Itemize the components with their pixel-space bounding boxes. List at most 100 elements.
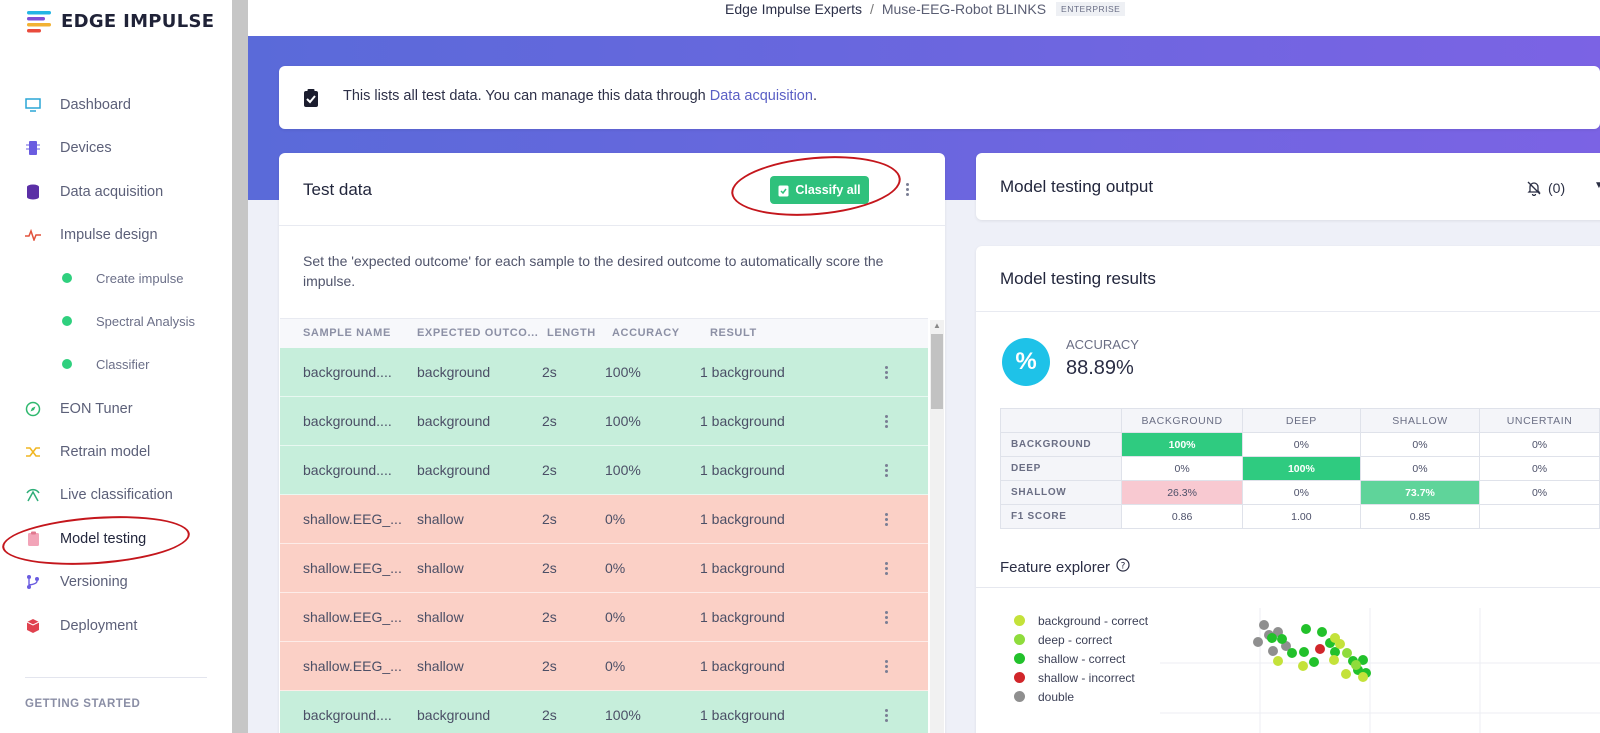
row-menu-icon[interactable]: [885, 709, 889, 722]
sidebar-item-data-acquisition[interactable]: Data acquisition: [24, 181, 163, 203]
sidebar-section-getting-started[interactable]: GETTING STARTED: [25, 698, 140, 710]
expected-outcome-cell[interactable]: background: [417, 413, 490, 429]
bell-off-icon: [1527, 181, 1541, 196]
scatter-point[interactable]: [1259, 620, 1269, 630]
column-header-expected-outcome[interactable]: EXPECTED OUTCO...: [417, 327, 538, 339]
row-menu-icon[interactable]: [885, 366, 889, 379]
sample-name-cell: shallow.EEG_...: [303, 658, 402, 674]
sidebar-item-live-classification[interactable]: Live classification: [24, 484, 173, 506]
table-scrollbar-thumb[interactable]: [931, 334, 943, 409]
breadcrumb-org[interactable]: Edge Impulse Experts: [725, 1, 862, 17]
legend-label: shallow - incorrect: [1038, 670, 1135, 685]
expected-outcome-cell[interactable]: background: [417, 364, 490, 380]
legend-item[interactable]: background - correct: [1014, 611, 1148, 630]
sidebar-scrollbar[interactable]: [232, 0, 248, 733]
sidebar-item-retrain-model[interactable]: Retrain model: [24, 441, 150, 463]
expected-outcome-cell[interactable]: shallow: [417, 609, 464, 625]
scatter-point[interactable]: [1315, 644, 1325, 654]
legend-swatch-icon: [1014, 691, 1025, 702]
legend-item[interactable]: double: [1014, 687, 1148, 706]
sidebar-item-label: Deployment: [60, 618, 138, 634]
feature-explorer-plot[interactable]: [1160, 608, 1600, 733]
model-testing-output-title: Model testing output: [1000, 177, 1154, 196]
expected-outcome-cell[interactable]: background: [417, 707, 490, 723]
expected-outcome-cell[interactable]: background: [417, 462, 490, 478]
scatter-point[interactable]: [1298, 661, 1308, 671]
table-row[interactable]: background.... background 2s 100% 1 backgrou…: [280, 446, 928, 495]
scatter-point[interactable]: [1253, 637, 1263, 647]
column-header-length[interactable]: LENGTH: [547, 327, 596, 339]
scatter-point[interactable]: [1287, 648, 1297, 658]
matrix-cell: 0%: [1479, 432, 1600, 457]
length-cell: 2s: [542, 364, 557, 380]
sidebar-subitem-classifier[interactable]: Classifier: [62, 354, 149, 374]
table-row[interactable]: background.... background 2s 100% 1 backgrou…: [280, 348, 928, 397]
scatter-point[interactable]: [1342, 648, 1352, 658]
row-menu-icon[interactable]: [885, 611, 889, 624]
scatter-point[interactable]: [1329, 655, 1339, 665]
test-data-menu-icon[interactable]: [906, 183, 910, 196]
notifications-toggle[interactable]: (0): [1526, 180, 1565, 196]
compass-icon: [24, 400, 42, 418]
table-row[interactable]: shallow.EEG_... shallow 2s 0% 1 background: [280, 642, 928, 691]
table-row[interactable]: shallow.EEG_... shallow 2s 0% 1 background: [280, 495, 928, 544]
row-menu-icon[interactable]: [885, 464, 889, 477]
scatter-point[interactable]: [1273, 656, 1283, 666]
scroll-up-arrow-icon[interactable]: ▲: [933, 321, 941, 330]
sidebar-item-dashboard[interactable]: Dashboard: [24, 94, 131, 116]
sidebar-subitem-create-impulse[interactable]: Create impulse: [62, 268, 183, 288]
accuracy-percent-icon: %: [1002, 338, 1050, 386]
table-row[interactable]: background.... background 2s 100% 1 backgrou…: [280, 691, 928, 733]
expected-outcome-cell[interactable]: shallow: [417, 511, 464, 527]
breadcrumb-project[interactable]: Muse-EEG-Robot BLINKS: [882, 1, 1046, 17]
sidebar-item-label: EON Tuner: [60, 401, 133, 417]
notification-count: (0): [1548, 180, 1566, 196]
scatter-point[interactable]: [1309, 657, 1319, 667]
matrix-cell: 100%: [1241, 456, 1361, 481]
sidebar-item-impulse-design[interactable]: Impulse design: [24, 224, 158, 246]
brand-logo[interactable]: EDGE IMPULSE: [25, 8, 214, 34]
scatter-point[interactable]: [1358, 672, 1368, 682]
table-row[interactable]: background.... background 2s 100% 1 backgrou…: [280, 397, 928, 446]
column-header-result[interactable]: RESULT: [710, 327, 757, 339]
confusion-matrix-corner: [999, 408, 1123, 433]
sidebar-subitem-spectral-analysis[interactable]: Spectral Analysis: [62, 311, 195, 331]
scatter-point[interactable]: [1277, 634, 1287, 644]
row-menu-icon[interactable]: [885, 513, 889, 526]
legend-item[interactable]: deep - correct: [1014, 630, 1148, 649]
sidebar-item-deployment[interactable]: Deployment: [24, 615, 137, 637]
data-acquisition-link[interactable]: Data acquisition: [710, 88, 813, 104]
sidebar-item-versioning[interactable]: Versioning: [24, 571, 128, 593]
matrix-cell: 73.7%: [1359, 480, 1481, 505]
expected-outcome-cell[interactable]: shallow: [417, 560, 464, 576]
sidebar-item-eon-tuner[interactable]: EON Tuner: [24, 398, 133, 420]
scatter-point[interactable]: [1317, 627, 1327, 637]
scatter-point[interactable]: [1267, 633, 1277, 643]
sidebar-item-label: Dashboard: [60, 97, 131, 113]
row-menu-icon[interactable]: [885, 415, 889, 428]
legend-item[interactable]: shallow - correct: [1014, 649, 1148, 668]
length-cell: 2s: [542, 609, 557, 625]
row-menu-icon[interactable]: [885, 562, 889, 575]
cube-icon: [24, 617, 42, 635]
chevron-down-icon[interactable]: ▼: [1594, 180, 1600, 191]
scatter-point[interactable]: [1335, 639, 1345, 649]
help-circle-icon[interactable]: ?: [1116, 558, 1130, 576]
scatter-point[interactable]: [1268, 646, 1278, 656]
info-text-body: This lists all test data. You can manage…: [343, 88, 710, 104]
row-menu-icon[interactable]: [885, 660, 889, 673]
expected-outcome-cell[interactable]: shallow: [417, 658, 464, 674]
table-row[interactable]: shallow.EEG_... shallow 2s 0% 1 background: [280, 544, 928, 593]
column-header-sample-name[interactable]: SAMPLE NAME: [303, 327, 391, 339]
legend-item[interactable]: shallow - incorrect: [1014, 668, 1148, 687]
scatter-point[interactable]: [1351, 660, 1361, 670]
column-header-accuracy[interactable]: ACCURACY: [612, 327, 680, 339]
accuracy-cell: 0%: [605, 511, 626, 527]
table-row[interactable]: shallow.EEG_... shallow 2s 0% 1 background: [280, 593, 928, 642]
scatter-point[interactable]: [1301, 624, 1311, 634]
signal-icon: [24, 486, 42, 504]
scatter-point[interactable]: [1341, 669, 1351, 679]
scatter-point[interactable]: [1299, 647, 1309, 657]
sidebar-item-devices[interactable]: Devices: [24, 137, 112, 159]
length-cell: 2s: [542, 511, 557, 527]
